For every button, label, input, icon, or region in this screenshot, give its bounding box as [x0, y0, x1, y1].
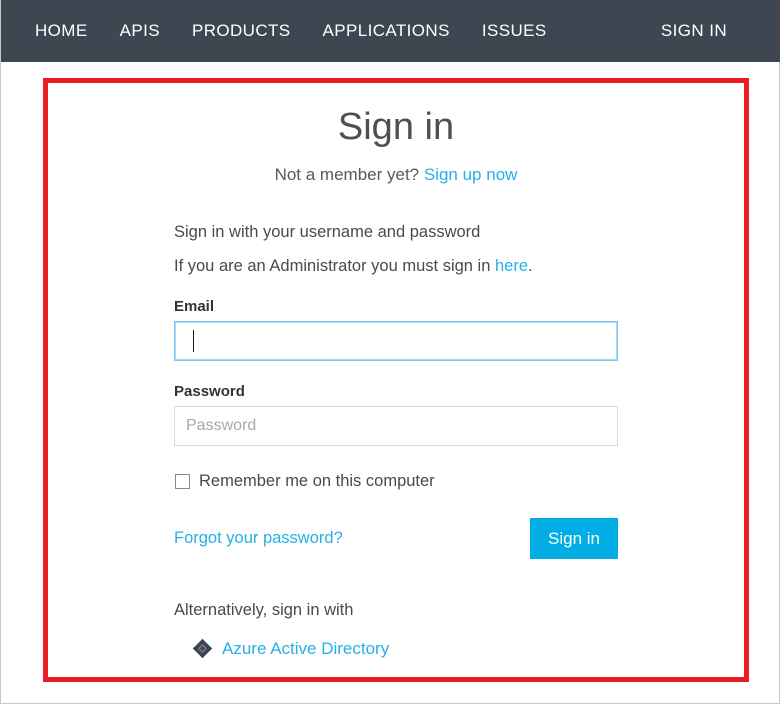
member-prompt-line: Not a member yet? Sign up now	[48, 165, 744, 185]
nav-secondary-links: SIGN IN	[645, 0, 761, 62]
nav-item-products[interactable]: PRODUCTS	[176, 0, 307, 62]
nav-item-apis[interactable]: APIS	[104, 0, 176, 62]
password-input-wrapper	[174, 406, 618, 446]
forgot-password-link[interactable]: Forgot your password?	[174, 529, 343, 548]
top-navigation-bar: HOME APIS PRODUCTS APPLICATIONS ISSUES S…	[1, 0, 780, 62]
email-input[interactable]	[174, 321, 618, 361]
email-input-wrapper	[174, 321, 618, 361]
nav-item-applications[interactable]: APPLICATIONS	[307, 0, 466, 62]
administrator-text-prefix: If you are an Administrator you must sig…	[174, 257, 495, 275]
remember-me-label[interactable]: Remember me on this computer	[199, 472, 435, 491]
sign-in-submit-button[interactable]: Sign in	[530, 518, 618, 559]
provider-row-azure-active-directory[interactable]: Azure Active Directory	[174, 638, 618, 659]
remember-me-row[interactable]: Remember me on this computer	[174, 472, 618, 491]
sign-in-form: Sign in with your username and password …	[174, 185, 618, 659]
page-title: Sign in	[337, 106, 455, 148]
password-field-label: Password	[174, 383, 245, 400]
azure-active-directory-icon	[192, 638, 213, 659]
intro-line-username-password: Sign in with your username and password	[174, 223, 481, 241]
remember-me-checkbox[interactable]	[175, 474, 190, 489]
email-text-caret	[193, 330, 194, 352]
azure-active-directory-link[interactable]: Azure Active Directory	[222, 639, 389, 659]
nav-item-issues[interactable]: ISSUES	[466, 0, 563, 62]
nav-inner: HOME APIS PRODUCTS APPLICATIONS ISSUES S…	[1, 0, 780, 62]
form-actions-row: Forgot your password? Sign in	[174, 518, 618, 559]
member-prompt-text: Not a member yet?	[274, 165, 420, 184]
nav-item-sign-in[interactable]: SIGN IN	[645, 0, 743, 62]
alternative-signin-heading: Alternatively, sign in with	[174, 601, 354, 619]
email-field-label: Email	[174, 298, 215, 315]
administrator-text-suffix: .	[528, 257, 533, 275]
nav-item-home[interactable]: HOME	[19, 0, 104, 62]
password-input[interactable]	[174, 406, 618, 446]
administrator-here-link[interactable]: here	[495, 257, 528, 275]
page-frame: HOME APIS PRODUCTS APPLICATIONS ISSUES S…	[0, 0, 780, 704]
sign-up-now-link[interactable]: Sign up now	[424, 165, 518, 184]
nav-primary-links: HOME APIS PRODUCTS APPLICATIONS ISSUES	[19, 0, 563, 62]
intro-line-administrator: If you are an Administrator you must sig…	[174, 257, 618, 276]
sign-in-panel: Sign in Not a member yet? Sign up now Si…	[48, 83, 744, 677]
